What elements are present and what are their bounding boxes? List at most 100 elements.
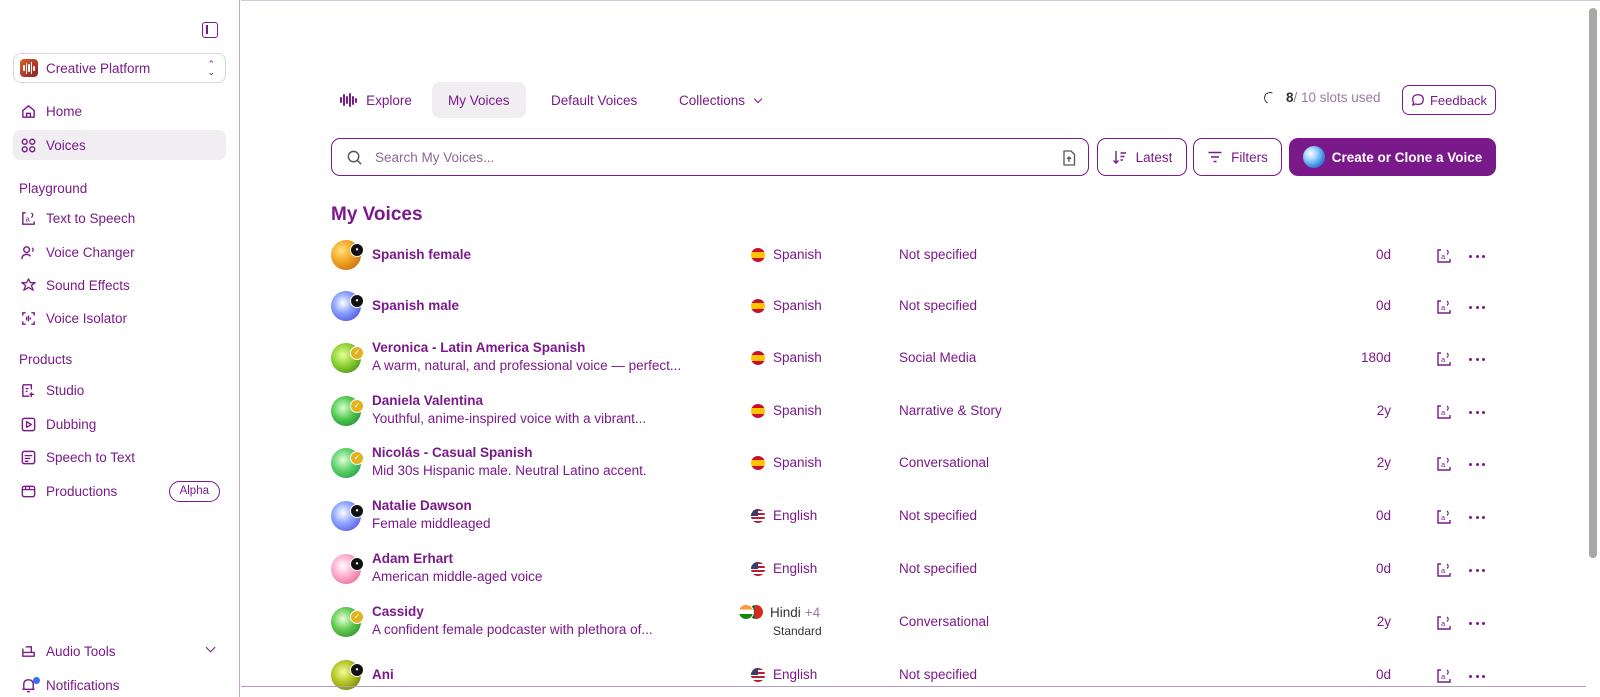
- voice-name[interactable]: Nicolás - Casual Spanish: [372, 445, 533, 460]
- voice-row[interactable]: • Spanish female Spanish Not specified 0d a: [331, 233, 1491, 279]
- more-options-icon[interactable]: [1469, 668, 1485, 684]
- language-label: English: [773, 508, 818, 523]
- voice-avatar: ✓: [331, 343, 364, 373]
- more-options-icon[interactable]: [1469, 248, 1485, 264]
- filter-icon: [1208, 151, 1222, 163]
- sidebar-item-voice-isolator[interactable]: Voice Isolator: [13, 303, 226, 333]
- tab-label: Explore: [366, 92, 412, 108]
- svg-text:a: a: [1441, 619, 1446, 628]
- sidebar-item-home[interactable]: Home: [13, 96, 226, 126]
- workspace-switcher[interactable]: Creative Platform ⌃ ⌄: [13, 53, 226, 83]
- audio-tools-icon: [22, 645, 35, 657]
- language-label: Spanish: [773, 403, 822, 418]
- sidebar-item-studio[interactable]: Studio: [13, 375, 226, 405]
- tab-label: My Voices: [448, 92, 510, 108]
- voice-row[interactable]: ✓ Nicolás - Casual Spanish Mid 30s Hispani…: [331, 441, 1491, 487]
- sidebar-item-dubbing[interactable]: Dubbing: [13, 409, 226, 439]
- sort-latest-button[interactable]: Latest: [1097, 138, 1187, 176]
- use-in-tts-icon[interactable]: a: [1436, 351, 1452, 367]
- use-in-tts-icon[interactable]: a: [1436, 248, 1452, 264]
- more-options-icon[interactable]: [1469, 615, 1485, 631]
- voice-name[interactable]: Ani: [372, 667, 394, 682]
- cloned-badge-icon: •: [350, 294, 364, 308]
- voice-category: Social Media: [899, 350, 977, 365]
- verified-badge-icon: ✓: [350, 399, 364, 413]
- sidebar-item-audio-tools[interactable]: Audio Tools: [13, 636, 226, 666]
- voice-name[interactable]: Natalie Dawson: [372, 498, 472, 513]
- voice-age: 0d: [1375, 561, 1391, 576]
- tab-collections[interactable]: Collections: [663, 82, 777, 118]
- voice-name[interactable]: Daniela Valentina: [372, 393, 483, 408]
- use-in-tts-icon[interactable]: a: [1436, 456, 1452, 472]
- tab-explore[interactable]: Explore: [324, 82, 428, 118]
- sidebar-item-text-to-speech[interactable]: a Text to Speech: [13, 203, 226, 233]
- notification-dot: [33, 677, 40, 684]
- voice-avatar: •: [331, 240, 364, 270]
- voice-language: English: [751, 561, 817, 576]
- more-options-icon[interactable]: [1469, 562, 1485, 578]
- sidebar-item-speech-to-text[interactable]: Speech to Text: [13, 442, 226, 472]
- voice-avatar: ✓: [331, 396, 364, 426]
- more-options-icon[interactable]: [1469, 299, 1485, 315]
- voice-row[interactable]: ✓ Veronica - Latin America Spanish A warm,…: [331, 336, 1491, 382]
- sidebar-item-notifications[interactable]: Notifications: [13, 670, 226, 697]
- sidebar-collapse-icon[interactable]: [202, 22, 218, 38]
- voice-category: Not specified: [899, 298, 978, 313]
- playground-section-title: Playground: [19, 181, 88, 196]
- create-clone-voice-button[interactable]: Create or Clone a Voice: [1289, 138, 1496, 176]
- language-subtitle: Standard: [773, 624, 822, 638]
- language-label: Spanish: [773, 298, 822, 313]
- voice-row[interactable]: • Ani English Not specified 0d a: [331, 653, 1491, 697]
- voice-avatar: ✓: [331, 448, 364, 478]
- voice-row[interactable]: ✓ Daniela Valentina Youthful, anime-inspir…: [331, 389, 1491, 435]
- voice-language: Spanish: [751, 298, 822, 313]
- tab-my-voices[interactable]: My Voices: [432, 82, 526, 118]
- sidebar-item-label: Text to Speech: [46, 210, 136, 226]
- voice-row[interactable]: • Spanish male Spanish Not specified 0d a: [331, 284, 1491, 330]
- use-in-tts-icon[interactable]: a: [1436, 509, 1452, 525]
- sidebar-item-voice-changer[interactable]: Voice Changer: [13, 237, 226, 267]
- scrollbar-thumb[interactable]: [1589, 8, 1597, 558]
- use-in-tts-icon[interactable]: a: [1436, 615, 1452, 631]
- voice-name[interactable]: Veronica - Latin America Spanish: [372, 340, 585, 355]
- more-options-icon[interactable]: [1469, 509, 1485, 525]
- tab-default-voices[interactable]: Default Voices: [535, 82, 653, 118]
- voice-age: 0d: [1375, 667, 1391, 682]
- more-options-icon[interactable]: [1469, 351, 1485, 367]
- voice-orb-icon: [1302, 146, 1325, 168]
- voice-row[interactable]: • Adam Erhart American middle-aged voice En…: [331, 547, 1491, 593]
- voice-row[interactable]: ✓ Cassidy A confident female podcaster wit…: [331, 600, 1491, 646]
- use-in-tts-icon[interactable]: a: [1436, 299, 1452, 315]
- more-options-icon[interactable]: [1469, 404, 1485, 420]
- voice-name[interactable]: Spanish female: [372, 247, 471, 262]
- filters-button[interactable]: Filters: [1193, 138, 1282, 176]
- feedback-button[interactable]: Feedback: [1402, 85, 1496, 115]
- slots-used-count: 8: [1286, 90, 1294, 105]
- voice-name[interactable]: Cassidy: [372, 604, 424, 619]
- sidebar-item-productions[interactable]: Productions Alpha: [13, 476, 226, 506]
- more-options-icon[interactable]: [1469, 456, 1485, 472]
- sidebar-item-voices[interactable]: Voices: [13, 130, 226, 160]
- voice-name[interactable]: Spanish male: [372, 298, 459, 313]
- productions-icon: [21, 485, 36, 497]
- language-label: Spanish: [773, 247, 822, 262]
- voice-language: Hindi +4: [738, 604, 820, 620]
- workspace-name: Creative Platform: [46, 60, 151, 76]
- voice-avatar: •: [331, 291, 364, 321]
- voice-isolator-icon: [22, 311, 35, 325]
- chevron-down-icon: [753, 94, 763, 103]
- search-input[interactable]: [375, 149, 1015, 165]
- studio-icon: [22, 383, 35, 397]
- sidebar-item-sound-effects[interactable]: Sound Effects: [13, 270, 226, 300]
- search-bar: [331, 138, 1089, 176]
- voice-row[interactable]: • Natalie Dawson Female middleaged English N…: [331, 494, 1491, 540]
- voice-language: Spanish: [751, 403, 822, 418]
- voice-age: 0d: [1375, 247, 1391, 262]
- voice-category: Not specified: [899, 561, 978, 576]
- use-in-tts-icon[interactable]: a: [1436, 562, 1452, 578]
- use-in-tts-icon[interactable]: a: [1436, 668, 1452, 684]
- upload-file-icon[interactable]: [1062, 150, 1076, 166]
- voice-name[interactable]: Adam Erhart: [372, 551, 453, 566]
- text-to-speech-icon: a: [22, 211, 35, 225]
- use-in-tts-icon[interactable]: a: [1436, 404, 1452, 420]
